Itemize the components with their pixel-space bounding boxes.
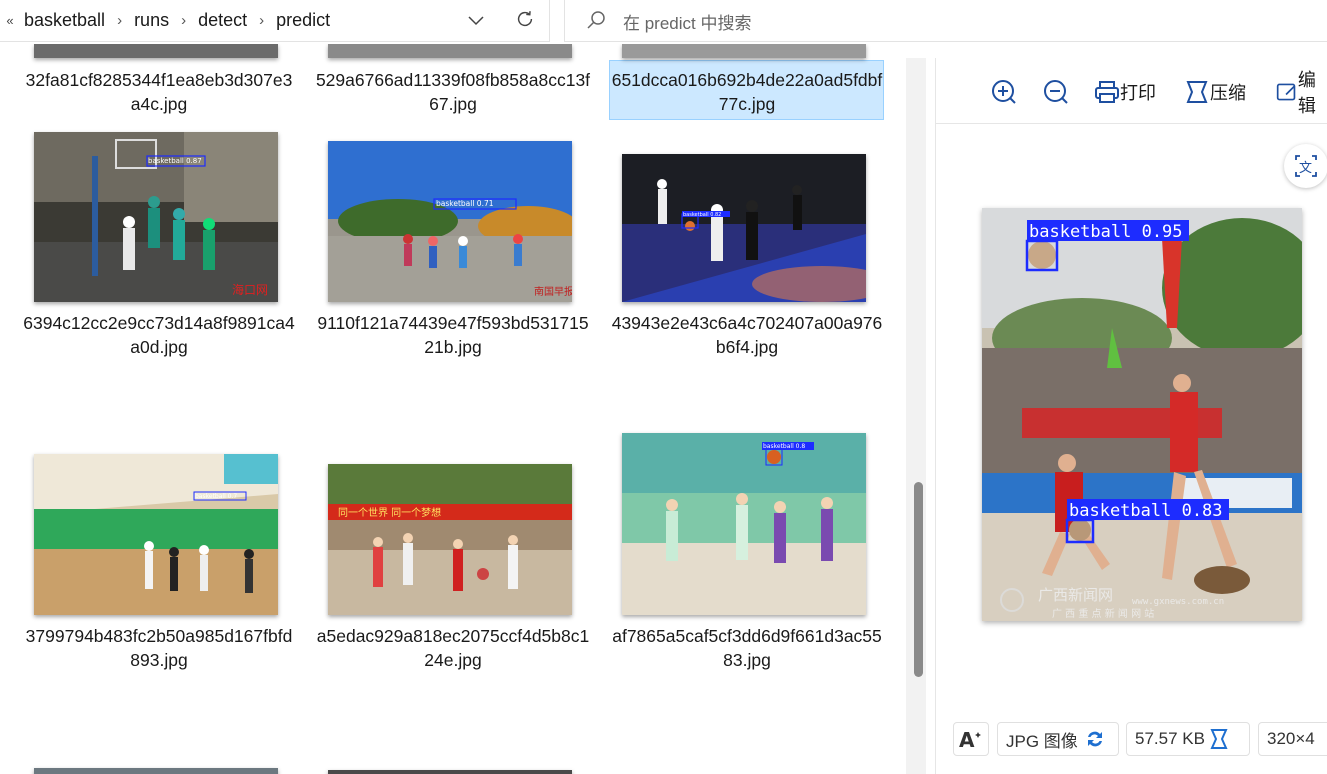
dimensions-label: 320×4 [1267, 729, 1315, 748]
svg-text:basketball 0.82: basketball 0.82 [683, 212, 721, 218]
search-icon [587, 11, 605, 29]
breadcrumb-separator-icon[interactable]: › [251, 12, 272, 29]
file-name[interactable]: 32fa81cf8285344f1ea8eb3d307e3a4c.jpg [21, 68, 297, 116]
svg-text:basketball 0.7: basketball 0.7 [195, 493, 237, 500]
dimensions-badge[interactable]: 320×4 [1258, 722, 1327, 756]
file-name[interactable]: 43943e2e43c6a4c702407a00a976b6f4.jpg [609, 311, 885, 359]
thumbnail-image: basketball 0.71 南国早报 [328, 141, 572, 302]
file-thumbnail[interactable]: 同一个世界 同一个梦想 [328, 464, 572, 615]
preview-image: basketball 0.95 basketball 0.83 广西新闻网 ww… [982, 208, 1302, 621]
thumbnail-image: basketball 0.82 [622, 154, 866, 302]
svg-text:海口网: 海口网 [232, 282, 268, 297]
breadcrumb-separator-icon[interactable]: › [173, 12, 194, 29]
file-name[interactable]: af7865a5caf5cf3dd6d9f661d3ac5583.jpg [609, 624, 885, 672]
print-label: 打印 [1120, 83, 1156, 103]
print-button[interactable]: 打印 [1094, 76, 1156, 108]
file-thumbnail[interactable]: basketball 0.8 [622, 433, 866, 615]
file-thumbnail[interactable] [34, 44, 278, 58]
search-box[interactable]: 在 predict 中搜索 [564, 0, 1327, 42]
zoom-in-button[interactable] [990, 76, 1018, 108]
svg-text:同一个世界 同一个梦想: 同一个世界 同一个梦想 [338, 506, 441, 519]
basketball-photo: basketball 0.95 basketball 0.83 广西新闻网 ww… [982, 208, 1302, 621]
preview-pane: 打印 压缩 编辑 文 basketball 0.95 basketball 0.… [935, 58, 1327, 774]
format-label: JPG 图像 [1006, 731, 1078, 751]
breadcrumb-item-basketball[interactable]: basketball [20, 10, 109, 31]
file-thumbnail[interactable] [328, 44, 572, 58]
file-thumbnail[interactable]: basketball 0.87 海口网 [34, 132, 278, 302]
filesize-label: 57.57 KB [1135, 729, 1205, 748]
file-thumbnail[interactable]: basketball 0.82 [622, 154, 866, 302]
file-name[interactable]: a5edac929a818ec2075ccf4d5b8c124e.jpg [315, 624, 591, 672]
zoom-in-icon [992, 80, 1016, 104]
svg-text:www.gxnews.com.cn: www.gxnews.com.cn [1132, 597, 1224, 607]
file-thumbnail[interactable] [328, 770, 572, 774]
file-thumbnail[interactable]: basketball 0.71 南国早报 [328, 141, 572, 302]
breadcrumb-item-runs[interactable]: runs [130, 10, 173, 31]
search-input[interactable]: 在 predict 中搜索 [623, 9, 751, 34]
filesize-badge[interactable]: 57.57 KB [1126, 722, 1250, 756]
file-thumbnail[interactable] [34, 768, 278, 774]
file-name[interactable]: 9110f121a74439e47f593bd53171521b.jpg [315, 311, 591, 359]
compress-label: 压缩 [1210, 83, 1246, 103]
thumbnail-image: 同一个世界 同一个梦想 [328, 464, 572, 615]
svg-text:A: A [959, 728, 975, 750]
svg-text:广 西 重 点 新 闻 网 站: 广 西 重 点 新 闻 网 站 [1052, 607, 1154, 620]
breadcrumb-item-predict[interactable]: predict [272, 10, 334, 31]
ocr-text-icon: 文 [1295, 155, 1317, 177]
svg-text:basketball 0.71: basketball 0.71 [436, 199, 494, 208]
breadcrumb-item-detect[interactable]: detect [194, 10, 251, 31]
compress-icon [1186, 81, 1208, 103]
toolbar-divider [936, 123, 1327, 124]
svg-text:文: 文 [1299, 161, 1312, 176]
text-size-button[interactable]: A [953, 722, 989, 756]
svg-text:南国早报: 南国早报 [534, 285, 572, 298]
refresh-icon[interactable] [514, 7, 536, 31]
convert-icon [1087, 731, 1102, 747]
svg-text:basketball 0.8: basketball 0.8 [763, 443, 805, 450]
svg-text:basketball 0.87: basketball 0.87 [148, 157, 202, 165]
vertical-scrollbar[interactable] [906, 58, 926, 774]
edit-label: 编辑 [1297, 70, 1316, 116]
breadcrumb-overflow-button[interactable]: « [0, 13, 20, 28]
print-icon [1095, 81, 1119, 103]
scrollbar-thumb[interactable] [914, 482, 923, 677]
file-name[interactable]: 529a6766ad11339f08fb858a8cc13f67.jpg [315, 68, 591, 116]
breadcrumb: « basketball › runs › detect › predict [0, 0, 550, 42]
svg-text:basketball 0.95: basketball 0.95 [1029, 222, 1183, 242]
svg-text:广西新闻网: 广西新闻网 [1038, 586, 1113, 604]
edit-button[interactable]: 编辑 [1276, 70, 1327, 116]
format-badge[interactable]: JPG 图像 [997, 722, 1119, 756]
zoom-out-button[interactable] [1042, 76, 1070, 108]
breadcrumb-separator-icon[interactable]: › [109, 12, 130, 29]
address-bar: « basketball › runs › detect › predict 在… [0, 0, 1327, 44]
file-thumbnail[interactable] [622, 44, 866, 58]
ocr-button[interactable]: 文 [1284, 144, 1327, 188]
thumbnail-image: basketball 0.8 [622, 433, 866, 615]
compress-button[interactable]: 压缩 [1184, 76, 1246, 108]
thumbnail-image: basketball 0.87 海口网 [34, 132, 278, 302]
thumbnail-image: basketball 0.7 [34, 454, 278, 615]
zoom-out-icon [1044, 80, 1068, 104]
text-size-icon: A [959, 728, 981, 750]
file-grid: 32fa81cf8285344f1ea8eb3d307e3a4c.jpg 529… [0, 44, 900, 774]
file-thumbnail[interactable]: basketball 0.7 [34, 454, 278, 615]
svg-text:basketball 0.83: basketball 0.83 [1069, 501, 1223, 521]
edit-icon [1276, 83, 1296, 101]
compress-icon [1210, 729, 1228, 749]
file-name[interactable]: 651dcca016b692b4de22a0ad5fdbf77c.jpg [609, 68, 885, 116]
file-name[interactable]: 6394c12cc2e9cc73d14a8f9891ca4a0d.jpg [21, 311, 297, 359]
chevron-down-icon[interactable] [466, 10, 486, 30]
file-name[interactable]: 3799794b483fc2b50a985d167fbfd893.jpg [21, 624, 297, 672]
